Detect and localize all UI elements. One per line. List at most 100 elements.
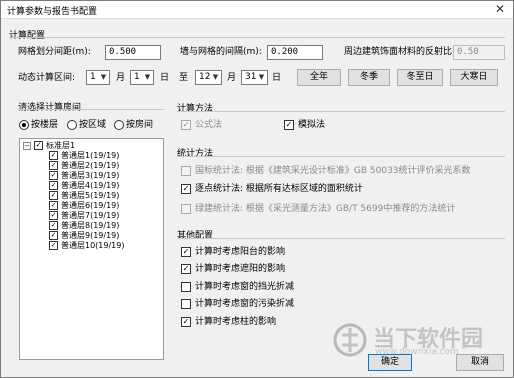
room-tree[interactable]: − ✓ 标准层1 ✓ 普通层1(19/19) ✓ 普通层2(19/19) ✓ 普… xyxy=(19,138,164,360)
national-stat-checkbox[interactable] xyxy=(181,166,191,176)
start-month-select[interactable]: 1 ▼ xyxy=(86,70,110,85)
tree-root-label: 标准层1 xyxy=(46,141,76,150)
by-zone-label: 按区域 xyxy=(79,120,107,130)
column-checkbox[interactable]: ✓ xyxy=(181,317,191,327)
close-icon[interactable]: ✕ xyxy=(495,2,505,16)
by-floor-radio[interactable] xyxy=(19,120,29,130)
by-floor-label: 按楼层 xyxy=(31,120,59,130)
other-config-section-label: 其他配置 xyxy=(177,231,214,241)
window-block-checkbox[interactable] xyxy=(181,282,191,292)
tree-item-label: 普通层2(19/19) xyxy=(61,161,120,170)
formula-method-label: 公式法 xyxy=(195,120,223,130)
tree-item-label: 普通层8(19/19) xyxy=(61,221,120,230)
wall-gap-input[interactable]: 0.200 xyxy=(267,45,323,60)
tree-item[interactable]: ✓ 普通层7(19/19) xyxy=(20,211,160,221)
calc-config-section-label: 计算配置 xyxy=(9,31,46,41)
tree-item-checkbox[interactable]: ✓ xyxy=(49,241,58,250)
tree-item-label: 普通层6(19/19) xyxy=(61,201,120,210)
tree-item-checkbox[interactable]: ✓ xyxy=(49,221,58,230)
tree-item-label: 普通层1(19/19) xyxy=(61,151,120,160)
balcony-checkbox[interactable]: ✓ xyxy=(181,247,191,257)
tree-item-checkbox[interactable]: ✓ xyxy=(49,211,58,220)
window-block-label: 计算时考虑窗的挡光折减 xyxy=(195,282,295,292)
tree-item-label: 普通层9(19/19) xyxy=(61,231,120,240)
balcony-label: 计算时考虑阳台的影响 xyxy=(195,247,286,257)
tree-root-checkbox[interactable]: ✓ xyxy=(34,141,43,150)
tree-item[interactable]: ✓ 普通层8(19/19) xyxy=(20,221,160,231)
end-day-unit: 日 xyxy=(272,73,282,83)
tree-item[interactable]: ✓ 普通层9(19/19) xyxy=(20,231,160,241)
full-year-button[interactable]: 全年 xyxy=(297,69,341,86)
window-dirt-checkbox[interactable] xyxy=(181,299,191,309)
reflectance-input[interactable]: 0.50 xyxy=(453,45,505,60)
by-zone-radio[interactable] xyxy=(67,120,77,130)
chevron-down-icon: ▼ xyxy=(144,73,151,81)
by-room-radio[interactable] xyxy=(114,120,124,130)
calc-method-section-label: 计算方法 xyxy=(177,104,214,114)
start-day-unit: 日 xyxy=(160,73,170,83)
calc-config-divider xyxy=(9,37,505,38)
grid-spacing-label: 网格划分间距(m): xyxy=(18,47,91,57)
sunshade-label: 计算时考虑遮阳的影响 xyxy=(195,264,286,274)
cancel-button[interactable]: 取消 xyxy=(456,354,504,371)
start-day-value: 1 xyxy=(134,72,140,82)
tree-item-checkbox[interactable]: ✓ xyxy=(49,171,58,180)
column-label: 计算时考虑柱的影响 xyxy=(195,317,277,327)
tree-item-checkbox[interactable]: ✓ xyxy=(49,181,58,190)
wall-gap-label: 墙与网格的间隔(m): xyxy=(180,47,262,57)
tree-item-checkbox[interactable]: ✓ xyxy=(49,191,58,200)
end-month-select[interactable]: 12 ▼ xyxy=(195,70,222,85)
tree-item-checkbox[interactable]: ✓ xyxy=(49,201,58,210)
end-month-unit: 月 xyxy=(227,73,237,83)
start-month-value: 1 xyxy=(90,72,96,82)
tree-item[interactable]: ✓ 普通层4(19/19) xyxy=(20,181,160,191)
green-stat-label: 绿建统计法: 根据《采光测量方法》GB/T 5699中推荐的方法统计 xyxy=(195,204,456,214)
end-month-value: 12 xyxy=(199,72,211,82)
grid-spacing-input[interactable]: 0.500 xyxy=(105,45,161,60)
start-day-select[interactable]: 1 ▼ xyxy=(130,70,154,85)
tree-item[interactable]: ✓ 普通层5(19/19) xyxy=(20,191,160,201)
sunshade-checkbox[interactable]: ✓ xyxy=(181,264,191,274)
tree-root[interactable]: − ✓ 标准层1 xyxy=(20,141,160,151)
simulation-method-checkbox[interactable]: ✓ xyxy=(284,120,294,130)
winter-button[interactable]: 冬季 xyxy=(348,69,390,86)
green-stat-checkbox[interactable] xyxy=(181,204,191,214)
other-config-divider xyxy=(177,238,505,239)
tree-item-label: 普通层5(19/19) xyxy=(61,191,120,200)
end-day-select[interactable]: 31 ▼ xyxy=(241,70,268,85)
room-select-divider xyxy=(18,109,164,110)
tree-item[interactable]: ✓ 普通层3(19/19) xyxy=(20,171,160,181)
ok-button[interactable]: 确定 xyxy=(368,354,412,371)
tree-item-label: 普通层4(19/19) xyxy=(61,181,120,190)
room-select-section-label: 请选择计算房间 xyxy=(18,103,82,113)
dynamic-range-label: 动态计算区间: xyxy=(18,73,76,83)
title-bar: 计算参数与报告书配置 ✕ xyxy=(1,1,513,19)
tree-item-checkbox[interactable]: ✓ xyxy=(49,161,58,170)
point-stat-checkbox[interactable]: ✓ xyxy=(181,184,191,194)
tree-item[interactable]: ✓ 普通层10(19/19) xyxy=(20,241,160,251)
tree-item[interactable]: ✓ 普通层1(19/19) xyxy=(20,151,160,161)
winter-solstice-button[interactable]: 冬至日 xyxy=(397,69,443,86)
collapse-icon[interactable]: − xyxy=(23,142,31,150)
tree-item[interactable]: ✓ 普通层6(19/19) xyxy=(20,201,160,211)
window-title: 计算参数与报告书配置 xyxy=(7,7,98,17)
stat-method-section-label: 统计方法 xyxy=(177,149,214,159)
brand-logo-icon xyxy=(333,323,367,357)
simulation-method-label: 模拟法 xyxy=(298,120,326,130)
tree-item[interactable]: ✓ 普通层2(19/19) xyxy=(20,161,160,171)
tree-item-label: 普通层10(19/19) xyxy=(61,241,125,250)
to-label: 至 xyxy=(179,73,189,83)
chevron-down-icon: ▼ xyxy=(100,73,107,81)
tree-item-checkbox[interactable]: ✓ xyxy=(49,151,58,160)
tree-item-label: 普通层3(19/19) xyxy=(61,171,120,180)
major-cold-button[interactable]: 大寒日 xyxy=(450,69,498,86)
window-dirt-label: 计算时考虑窗的污染折减 xyxy=(195,299,295,309)
dialog-window: 计算参数与报告书配置 ✕ 计算配置 网格划分间距(m): 0.500 墙与网格的… xyxy=(0,0,514,378)
tree-item-label: 普通层7(19/19) xyxy=(61,211,120,220)
reflectance-label: 周边建筑饰面材料的反射比: xyxy=(344,47,456,57)
by-room-label: 按房间 xyxy=(126,120,154,130)
chevron-down-icon: ▼ xyxy=(212,73,219,81)
chevron-down-icon: ▼ xyxy=(258,73,265,81)
formula-method-checkbox[interactable]: ✓ xyxy=(181,120,191,130)
tree-item-checkbox[interactable]: ✓ xyxy=(49,231,58,240)
